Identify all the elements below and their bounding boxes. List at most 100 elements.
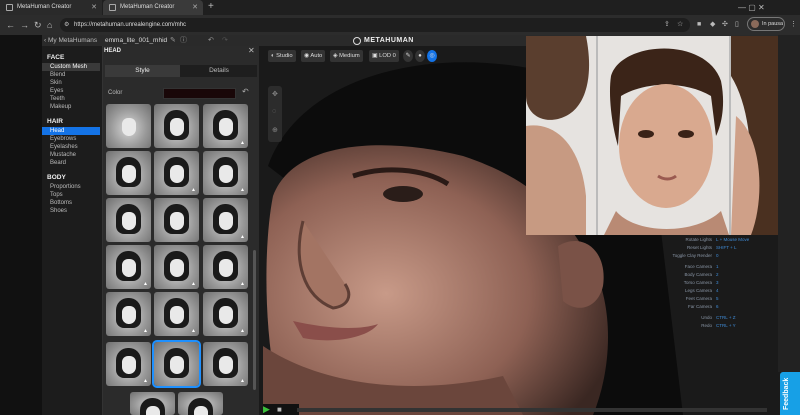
- puzzle-icon[interactable]: ✣: [722, 15, 728, 35]
- auto-button[interactable]: ◉ Auto: [301, 50, 326, 62]
- sidebar-item-teeth[interactable]: Teeth: [42, 95, 100, 103]
- edit-icon[interactable]: ✎: [170, 35, 176, 46]
- hair-color-swatch[interactable]: [163, 88, 236, 99]
- help-icon[interactable]: ⓘ: [180, 35, 187, 46]
- hairstyle-thumbnail[interactable]: [178, 392, 223, 415]
- sidebar-item-makeup[interactable]: Makeup: [42, 103, 100, 111]
- shortcut-row: Legs Camera 4: [640, 287, 760, 295]
- tab-details[interactable]: Details: [181, 65, 257, 77]
- warning-icon: ▲: [191, 281, 196, 287]
- browser-tab-2[interactable]: MetaHuman Creator ✕: [103, 0, 203, 15]
- sidebar-item-custom-mesh[interactable]: Custom Mesh: [42, 63, 100, 71]
- bookmark-star-icon[interactable]: ☆: [677, 15, 683, 35]
- sidebar-item-shoes[interactable]: Shoes: [42, 207, 100, 215]
- site-info-icon[interactable]: ⚙: [64, 15, 69, 35]
- profile-button[interactable]: In pausa: [747, 17, 785, 31]
- sidebar-item-beard[interactable]: Beard: [42, 159, 100, 167]
- quality-label: Medium: [339, 53, 360, 59]
- sidebar-item-eyes[interactable]: Eyes: [42, 87, 100, 95]
- hairstyle-thumbnail[interactable]: ▲: [106, 342, 151, 386]
- sidebar-item-skin[interactable]: Skin: [42, 79, 100, 87]
- hairstyle-thumbnail[interactable]: [130, 392, 175, 415]
- warning-icon: ▲: [143, 378, 148, 384]
- shortcut-keys: L + Mouse Move: [716, 237, 750, 242]
- undo-icon[interactable]: ↶: [208, 35, 214, 46]
- lod-button[interactable]: ▣ LOD 0: [369, 50, 399, 62]
- head-shape: [170, 118, 184, 136]
- browser-tab-1[interactable]: MetaHuman Creator ✕: [0, 0, 102, 15]
- sidebar-item-proportions[interactable]: Proportions: [42, 183, 100, 191]
- sidebar-item-head[interactable]: Head: [42, 127, 100, 135]
- window-controls[interactable]: — ▢ ✕: [738, 0, 765, 15]
- shortcut-keys: 1: [716, 264, 719, 269]
- shortcut-label: Rotate Lights: [685, 237, 712, 242]
- animation-timeline[interactable]: [297, 408, 767, 412]
- sidebar-item-bottoms[interactable]: Bottoms: [42, 199, 100, 207]
- studio-button[interactable]: ◐ Studio: [268, 50, 296, 62]
- redo-icon[interactable]: ↷: [222, 35, 228, 46]
- project-name: emma_lite_001_mhid: [105, 37, 168, 44]
- sidebar-item-blend[interactable]: Blend: [42, 71, 100, 79]
- play-icon[interactable]: ▶: [263, 404, 270, 415]
- feedback-label: Feedback: [783, 377, 790, 410]
- brush-icon[interactable]: ✎: [403, 50, 413, 62]
- sidebar-item-mustache[interactable]: Mustache: [42, 151, 100, 159]
- sidebar-item-eyelashes[interactable]: Eyelashes: [42, 143, 100, 151]
- shortcut-row: Face Camera 1: [640, 263, 760, 271]
- new-tab-button[interactable]: +: [208, 0, 214, 14]
- hairstyle-thumbnail[interactable]: ▲: [154, 245, 199, 289]
- sidebar-item-tops[interactable]: Tops: [42, 191, 100, 199]
- reset-color-icon[interactable]: ↶: [242, 87, 249, 96]
- sidebar-icon[interactable]: ▯: [735, 15, 739, 35]
- hairstyle-thumbnail[interactable]: [154, 198, 199, 242]
- sphere-icon[interactable]: ●: [415, 50, 425, 62]
- feedback-button[interactable]: Feedback: [780, 372, 800, 415]
- hairstyle-thumbnail[interactable]: ▲: [154, 292, 199, 336]
- section-face: FACE: [47, 54, 65, 61]
- move-tool-icon[interactable]: ✥: [272, 90, 278, 98]
- hairstyle-thumbnail[interactable]: ▲: [203, 245, 248, 289]
- stop-icon[interactable]: ■: [277, 404, 282, 415]
- extension-icon[interactable]: ◆: [710, 15, 715, 35]
- warning-icon: ▲: [240, 378, 245, 384]
- warning-icon: ▲: [191, 328, 196, 334]
- hairstyle-thumbnail[interactable]: ▲: [154, 151, 199, 195]
- hairstyle-thumbnail[interactable]: [106, 104, 151, 148]
- hairstyle-thumbnail[interactable]: ▲: [203, 151, 248, 195]
- menu-icon[interactable]: ⋮: [790, 15, 797, 35]
- rotate-tool-icon[interactable]: ◌: [272, 108, 276, 115]
- share-icon[interactable]: ⇪: [664, 15, 670, 35]
- avatar: [751, 20, 759, 28]
- toggle-icon[interactable]: ◎: [427, 50, 437, 62]
- quality-button[interactable]: ◈ Medium: [330, 50, 363, 62]
- close-tab-icon[interactable]: ✕: [91, 0, 97, 15]
- metahuman-favicon-icon: [109, 4, 116, 11]
- close-tab-icon[interactable]: ✕: [192, 0, 198, 15]
- studio-label: Studio: [276, 53, 293, 59]
- shortcut-label: Body Camera: [684, 272, 712, 277]
- hairstyle-thumbnail[interactable]: ▲: [106, 245, 151, 289]
- shortcut-row: Feet Camera 5: [640, 295, 760, 303]
- hairstyle-thumbnail[interactable]: [154, 104, 199, 148]
- zoom-tool-icon[interactable]: ⊕: [272, 126, 278, 134]
- tab-style[interactable]: Style: [105, 65, 180, 77]
- extension-icon[interactable]: ■: [697, 15, 701, 35]
- forward-icon[interactable]: →: [20, 15, 29, 35]
- hairstyle-thumbnail[interactable]: [106, 198, 151, 242]
- scrollbar[interactable]: [253, 250, 256, 390]
- hairstyle-thumbnail[interactable]: ▲: [106, 292, 151, 336]
- hairstyle-thumbnail[interactable]: ▲: [203, 342, 248, 386]
- section-body: BODY: [47, 174, 66, 181]
- breadcrumb[interactable]: ‹ My MetaHumans: [44, 35, 97, 46]
- home-icon[interactable]: ⌂: [47, 15, 52, 35]
- hairstyle-thumbnail[interactable]: ▲: [203, 104, 248, 148]
- sidebar-item-eyebrows[interactable]: Eyebrows: [42, 135, 100, 143]
- hairstyle-thumbnail[interactable]: [106, 151, 151, 195]
- hairstyle-thumbnail[interactable]: ▲: [203, 292, 248, 336]
- hairstyle-thumbnail[interactable]: [152, 340, 201, 388]
- reference-photo[interactable]: [526, 36, 778, 235]
- back-icon[interactable]: ←: [6, 15, 15, 35]
- reload-icon[interactable]: ↻: [34, 15, 42, 35]
- close-panel-icon[interactable]: ✕: [248, 46, 255, 55]
- hairstyle-thumbnail[interactable]: ▲: [203, 198, 248, 242]
